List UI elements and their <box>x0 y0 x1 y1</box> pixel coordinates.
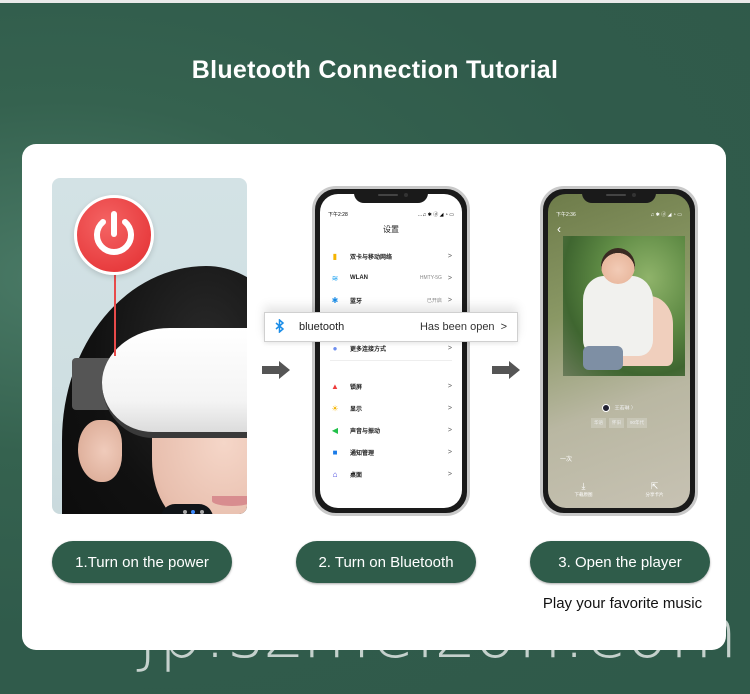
page-title: Bluetooth Connection Tutorial <box>191 56 559 84</box>
more-connections-icon: ● <box>332 343 338 353</box>
settings-divider <box>330 360 452 361</box>
artist-avatar <box>602 404 611 412</box>
song-tags: 华语 怀旧 90年代 <box>548 418 690 428</box>
settings-row-home-screen[interactable]: ⌂ 桌面 > <box>330 466 452 482</box>
step3-caption: Play your favorite music <box>542 595 703 612</box>
player-screen: 下午2:36 ♫ ✱ ⓓ ◢ ◔ ▭ ‹ 王若琳 〉 华语 怀旧 90年代 一次… <box>548 194 690 508</box>
notification-icon: ■ <box>332 447 338 457</box>
step3-pill: 3. Open the player <box>530 541 710 583</box>
status-bar: 下午2:28 …♫ ✱ ⓓ ◢ ◔ ▭ <box>328 211 454 218</box>
settings-phone: 下午2:28 …♫ ✱ ⓓ ◢ ◔ ▭ 设置 ▮ 双卡与移动网络 > ≋ WLA… <box>312 186 470 516</box>
share-icon: ⇱ <box>650 481 659 491</box>
chevron-right-icon: > <box>447 252 452 260</box>
eye-mask-device <box>102 328 247 514</box>
lips-shape <box>212 496 247 506</box>
song-tag[interactable]: 90年代 <box>626 418 647 428</box>
song-tag[interactable]: 华语 <box>590 418 606 428</box>
power-callout-line <box>114 274 116 356</box>
arrow-right-icon <box>492 361 520 379</box>
phone-notch <box>354 189 428 203</box>
chevron-right-icon: > <box>447 426 452 434</box>
arrow-right-icon <box>262 361 290 379</box>
download-button[interactable]: ⤓ 下载原图 <box>575 481 593 498</box>
status-icons: …♫ ✱ ⓓ ◢ ◔ ▭ <box>417 212 454 218</box>
settings-row-sound[interactable]: ◀ 声音与振动 > <box>330 422 452 438</box>
settings-title: 设置 <box>383 225 399 234</box>
lyric-line: 一次 <box>560 457 573 463</box>
bluetooth-status: Has been open <box>419 321 495 333</box>
chevron-right-icon: > <box>447 296 452 304</box>
chevron-right-icon: > <box>447 404 452 412</box>
settings-screen: 下午2:28 …♫ ✱ ⓓ ◢ ◔ ▭ 设置 ▮ 双卡与移动网络 > ≋ WLA… <box>320 194 462 508</box>
chevron-right-icon: > <box>447 448 452 456</box>
lock-screen-icon: ▲ <box>331 381 339 391</box>
status-icons: ♫ ✱ ⓓ ◢ ◔ ▭ <box>650 212 682 218</box>
artist-link[interactable]: 王若琳 〉 <box>548 404 690 412</box>
player-phone: 下午2:36 ♫ ✱ ⓓ ◢ ◔ ▭ ‹ 王若琳 〉 华语 怀旧 90年代 一次… <box>540 186 698 516</box>
settings-row-wlan[interactable]: ≋ WLAN HMTY-5G > <box>330 270 452 286</box>
step2-pill: 2. Turn on Bluetooth <box>296 541 476 583</box>
bluetooth-icon: ✱ <box>331 295 339 305</box>
mask-control-pad <box>161 504 213 514</box>
phone-notch <box>582 189 656 203</box>
sim-card-icon: ▮ <box>332 251 338 261</box>
share-button[interactable]: ⇱ 分享卡片 <box>646 481 664 498</box>
chevron-right-icon: > <box>447 274 452 282</box>
artist-name: 王若琳 〉 <box>614 405 636 412</box>
chevron-right-icon: > <box>447 344 452 352</box>
chevron-right-icon: > <box>447 470 452 478</box>
bluetooth-icon <box>275 317 285 336</box>
settings-row-display[interactable]: ☀ 显示 > <box>330 400 452 416</box>
step1-pill: 1.Turn on the power <box>52 541 232 583</box>
top-edge-strip <box>0 0 750 3</box>
settings-row-more-connections[interactable]: ● 更多连接方式 > <box>330 340 452 356</box>
song-tag[interactable]: 怀旧 <box>608 418 624 428</box>
settings-row-bluetooth[interactable]: ✱ 蓝牙 已开启 > <box>330 292 452 308</box>
step1-eye-mask-photo <box>52 178 247 514</box>
download-icon: ⤓ <box>581 481 586 491</box>
bluetooth-setting-popup[interactable]: bluetooth Has been open > <box>264 312 518 342</box>
home-screen-icon: ⌂ <box>332 469 338 479</box>
display-icon: ☀ <box>331 403 339 413</box>
bluetooth-label: bluetooth <box>299 321 345 333</box>
settings-row-sim[interactable]: ▮ 双卡与移动网络 > <box>330 248 452 264</box>
chevron-right-icon: > <box>500 321 507 333</box>
power-icon <box>74 195 154 275</box>
album-art <box>563 236 685 376</box>
settings-row-lock-screen[interactable]: ▲ 锁屏 > <box>330 378 452 394</box>
chevron-right-icon: > <box>447 382 452 390</box>
status-time: 下午2:28 <box>328 212 348 218</box>
wifi-icon: ≋ <box>331 273 339 283</box>
back-icon[interactable]: ‹ <box>557 222 561 236</box>
settings-row-notifications[interactable]: ■ 通知管理 > <box>330 444 452 460</box>
ear-shape <box>78 420 122 482</box>
player-actions: ⤓ 下载原图 ⇱ 分享卡片 <box>548 481 690 498</box>
status-time: 下午2:36 <box>556 212 576 218</box>
sound-icon: ◀ <box>331 425 339 435</box>
status-bar: 下午2:36 ♫ ✱ ⓓ ◢ ◔ ▭ <box>556 211 682 218</box>
